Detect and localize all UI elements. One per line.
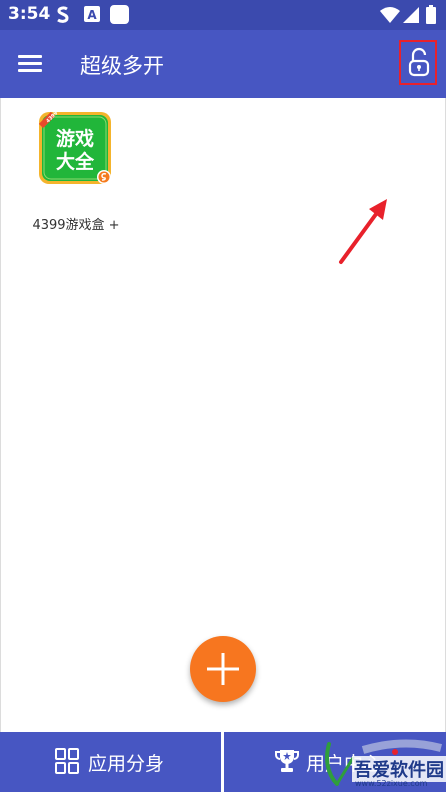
white-square-icon	[110, 5, 129, 24]
s-app-icon	[57, 6, 69, 23]
status-time: 3:54	[8, 4, 51, 24]
a-app-icon: A	[84, 6, 100, 22]
red-arrow-annotation	[339, 199, 387, 264]
game-box-app-icon: 游戏 大全 4399	[39, 112, 111, 184]
grid-icon	[55, 748, 79, 774]
status-bar: 3:54 A	[0, 0, 446, 30]
app-item-label: 4399游戏盒 +	[32, 218, 120, 233]
tab-app-clone[interactable]: 应用分身	[0, 732, 221, 792]
hamburger-menu-icon[interactable]	[18, 55, 42, 73]
wifi-icon	[380, 7, 400, 23]
tab-app-clone-label: 应用分身	[88, 753, 165, 775]
app-icon-text-1: 游戏	[56, 127, 94, 150]
app-icon-text-2: 大全	[56, 150, 95, 173]
lock-button[interactable]	[400, 42, 438, 84]
app-bar: 超级多开	[0, 30, 446, 98]
trophy-icon	[275, 750, 299, 772]
signal-icon	[403, 7, 419, 23]
unlock-icon	[408, 47, 430, 77]
plus-icon	[207, 653, 239, 685]
app-title: 超级多开	[80, 54, 164, 78]
watermark-url: www.52zixue.com	[355, 779, 428, 788]
svg-text:A: A	[87, 8, 97, 22]
add-app-button[interactable]	[190, 636, 256, 702]
battery-icon	[426, 5, 436, 24]
